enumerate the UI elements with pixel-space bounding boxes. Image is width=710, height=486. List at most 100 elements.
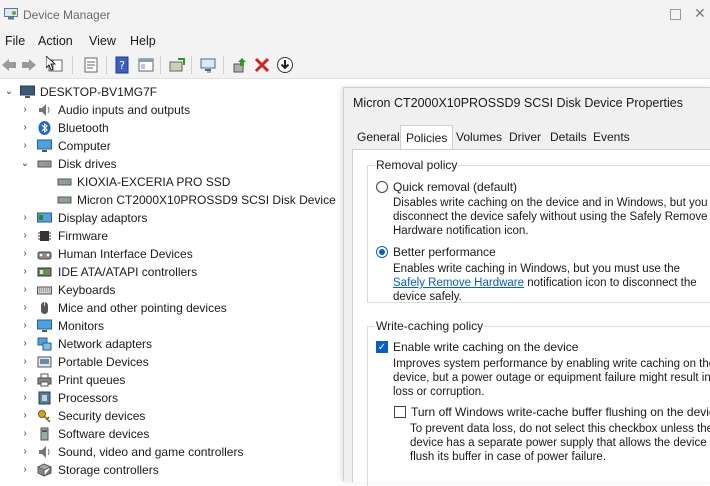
update-driver-icon[interactable] [168,56,186,74]
scan-hardware-icon[interactable] [199,56,217,74]
group-border [367,326,368,486]
chevron-right-icon[interactable]: › [20,371,30,389]
tab-volumes[interactable]: Volumes [451,127,507,147]
tab-general[interactable]: General [352,127,405,147]
tree-item-print-queues[interactable]: › Print queues [0,371,340,389]
group-border [367,165,368,302]
chevron-right-icon[interactable]: › [20,227,30,245]
tree-item-label: Mice and other pointing devices [58,301,227,315]
tree-item-processors[interactable]: › Processors [0,389,340,407]
enable-device-icon[interactable] [231,56,249,74]
software-device-icon [40,427,49,441]
menu-action[interactable]: Action [38,34,73,48]
tab-policies[interactable]: Policies [400,125,454,149]
toolbar-separator [160,56,161,74]
tree-item-kioxia[interactable]: KIOXIA-EXCERIA PRO SSD [0,173,340,191]
tree-item-mice[interactable]: › Mice and other pointing devices [0,299,340,317]
back-arrow-icon[interactable] [0,56,18,74]
chevron-right-icon[interactable]: › [20,317,30,335]
maximize-button[interactable] [670,9,681,20]
quick-removal-label[interactable]: Quick removal (default) [393,180,517,194]
properties-icon[interactable] [82,56,100,74]
tree-item-network[interactable]: › Network adapters [0,335,340,353]
chevron-right-icon[interactable]: › [20,209,30,227]
tab-driver[interactable]: Driver [504,127,546,147]
chevron-right-icon[interactable]: › [20,299,30,317]
tree-item-monitors[interactable]: › Monitors [0,317,340,335]
chevron-down-icon[interactable]: ⌄ [20,155,30,173]
show-hide-tree-icon[interactable] [46,56,64,74]
chevron-right-icon[interactable]: › [20,281,30,299]
tree-item-bluetooth[interactable]: › Bluetooth [0,119,340,137]
chevron-down-icon[interactable]: ⌄ [4,83,14,101]
tree-item-display-adaptors[interactable]: › Display adaptors [0,209,340,227]
quick-removal-radio[interactable] [376,181,388,193]
chevron-right-icon[interactable]: › [20,353,30,371]
storage-controller-icon [37,463,52,477]
help-icon[interactable]: ? [113,56,131,74]
chevron-right-icon[interactable]: › [20,407,30,425]
chevron-right-icon[interactable]: › [20,245,30,263]
menu-file[interactable]: File [5,34,25,48]
view-icon[interactable] [137,56,155,74]
enable-write-caching-checkbox[interactable]: ✓ [376,341,388,353]
policies-panel: Removal policy Quick removal (default) D… [352,149,710,486]
better-performance-desc-line: Safely Remove Hardware notification icon… [393,276,697,290]
tree-item-security[interactable]: › Security devices [0,407,340,425]
chevron-right-icon[interactable]: › [20,443,30,461]
chevron-right-icon[interactable]: › [20,101,30,119]
tree-item-software[interactable]: › Software devices [0,425,340,443]
toolbar: ? [0,52,710,79]
tree-item-keyboards[interactable]: › Keyboards [0,281,340,299]
chevron-right-icon[interactable]: › [20,263,30,281]
tree-item-hid[interactable]: › Human Interface Devices [0,245,340,263]
tree-item-ide[interactable]: › IDE ATA/ATAPI controllers [0,263,340,281]
tree-item-firmware[interactable]: › Firmware [0,227,340,245]
turn-off-flushing-desc: flush its buffer in case of power failur… [410,451,607,463]
better-performance-radio[interactable] [376,246,388,258]
menu-view[interactable]: View [89,34,116,48]
chevron-right-icon[interactable]: › [20,119,30,137]
download-driver-icon[interactable] [276,56,294,74]
menu-help[interactable]: Help [130,34,156,48]
tree-item-portable[interactable]: › Portable Devices [0,353,340,371]
tree-item-label: Monitors [58,319,105,333]
tree-item-computer[interactable]: › Computer [0,137,340,155]
printer-icon [37,373,52,387]
forward-arrow-icon[interactable] [20,56,38,74]
tree-item-storage[interactable]: › Storage controllers [0,461,340,479]
window-title: Device Manager [23,8,111,22]
chevron-right-icon[interactable]: › [20,389,30,407]
better-performance-label[interactable]: Better performance [393,245,496,259]
svg-text:?: ? [119,59,125,72]
safely-remove-hardware-link[interactable]: Safely Remove Hardware [393,277,524,289]
disk-drive-icon [57,178,72,186]
tree-item-audio[interactable]: › Audio inputs and outputs [0,101,340,119]
tree-item-label: Keyboards [58,283,116,297]
tree-item-label: IDE ATA/ATAPI controllers [58,265,198,279]
chevron-right-icon[interactable]: › [20,335,30,353]
chevron-right-icon[interactable]: › [20,461,30,479]
tree-item-label: Print queues [58,373,126,387]
chevron-right-icon[interactable]: › [20,425,30,443]
hid-icon [37,251,52,260]
turn-off-flushing-label[interactable]: Turn off Windows write-cache buffer flus… [411,405,710,419]
computer-icon [37,139,52,152]
tab-details[interactable]: Details [545,127,592,147]
chevron-right-icon[interactable]: › [20,137,30,155]
tree-item-label: Storage controllers [58,463,159,477]
tab-events[interactable]: Events [588,127,635,147]
enable-write-caching-label[interactable]: Enable write caching on the device [393,340,578,354]
tree-item-label: Disk drives [58,157,117,171]
tree-root[interactable]: ⌄ DESKTOP-BV1MG7F [0,83,340,101]
better-performance-desc: Enables write caching in Windows, but yo… [393,263,681,275]
turn-off-flushing-desc: To prevent data loss, do not select this… [410,423,710,435]
tree-item-sound[interactable]: › Sound, video and game controllers [0,443,340,461]
speaker-icon [39,104,50,116]
uninstall-device-icon[interactable] [253,56,271,74]
close-button[interactable]: ✕ [694,5,706,21]
tree-item-micron[interactable]: Micron CT2000X10PROSSD9 SCSI Disk Device [0,191,340,209]
write-caching-title: Write-caching policy [375,319,485,333]
turn-off-flushing-checkbox[interactable] [394,406,406,418]
tree-item-disk-drives[interactable]: ⌄ Disk drives [0,155,340,173]
